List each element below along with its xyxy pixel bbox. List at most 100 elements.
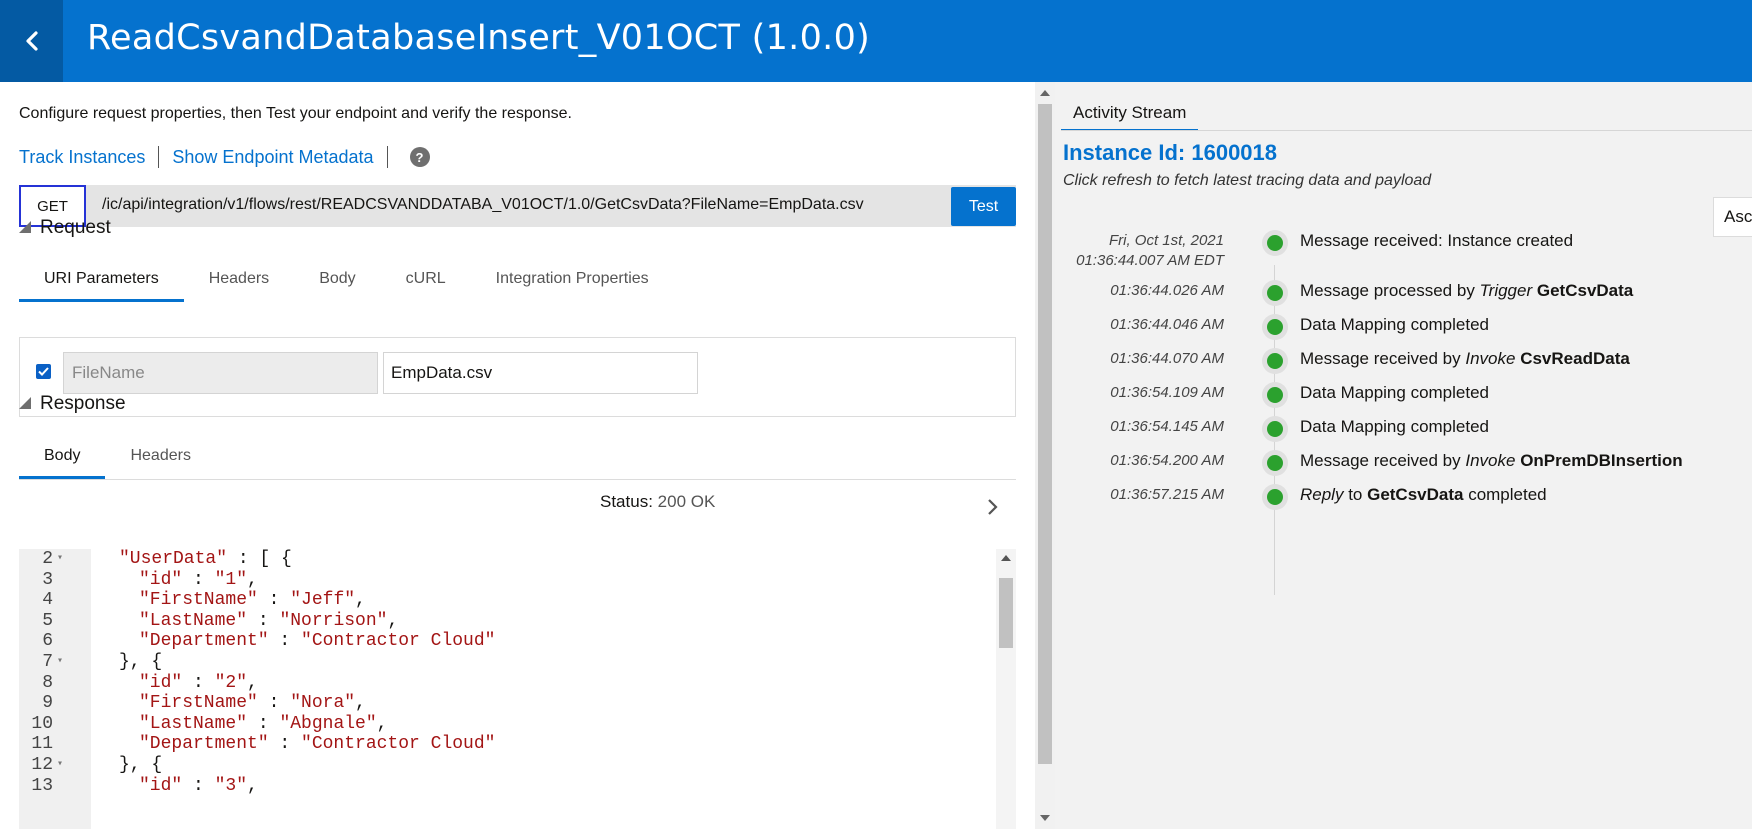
event-message[interactable]: Data Mapping completed xyxy=(1300,315,1489,335)
param-value-field[interactable]: EmpData.csv xyxy=(383,352,698,394)
code-text: }, { xyxy=(119,755,163,775)
param-name-field[interactable]: FileName xyxy=(63,352,378,394)
app-header: ReadCsvandDatabaseInsert_V01OCT (1.0.0) xyxy=(0,0,1752,82)
editor-scrollbar[interactable] xyxy=(996,549,1016,829)
activity-event: 01:36:54.109 AM Data Mapping completed xyxy=(1055,378,1752,408)
scroll-up-arrow-icon[interactable] xyxy=(1040,90,1050,96)
param-enabled-checkbox[interactable] xyxy=(36,364,51,379)
scroll-up-arrow-icon[interactable] xyxy=(1001,555,1011,561)
code-text: "LastName" : "Norrison", xyxy=(139,610,399,631)
code-text: "id" : "2", xyxy=(139,672,258,693)
collapse-triangle-icon xyxy=(19,397,31,409)
event-timestamp: 01:36:57.215 AM xyxy=(1110,486,1224,503)
scrollbar-thumb[interactable] xyxy=(999,578,1013,648)
response-status: Status: 200 OK xyxy=(600,492,715,512)
line-number: 3 xyxy=(42,569,53,590)
event-message[interactable]: Message processed by Trigger GetCsvData xyxy=(1300,281,1633,301)
code-line: 8 "id" : "2", xyxy=(19,673,997,696)
status-success-icon xyxy=(1262,484,1288,510)
pane-scrollbar[interactable] xyxy=(1035,82,1055,829)
intro-text: Configure request properties, then Test … xyxy=(19,105,572,122)
chevron-right-icon[interactable] xyxy=(987,498,999,516)
code-text: }, { xyxy=(119,652,163,672)
tab-curl[interactable]: cURL xyxy=(381,256,471,302)
line-number: 2 xyxy=(42,549,53,569)
event-timestamp: Fri, Oct 1st, 2021 xyxy=(1108,232,1224,249)
code-text: "FirstName" : "Nora", xyxy=(139,693,366,714)
tab-headers[interactable]: Headers xyxy=(105,433,215,479)
uri-parameters-panel: FileName EmpData.csv xyxy=(19,337,1016,417)
status-label: Status: xyxy=(600,492,653,511)
help-icon[interactable]: ? xyxy=(409,147,430,167)
event-message[interactable]: Data Mapping completed xyxy=(1300,417,1489,437)
code-line: 9 "FirstName" : "Nora", xyxy=(19,693,997,716)
event-timestamp: 01:36:54.109 AM xyxy=(1110,384,1224,401)
endpoint-url[interactable]: /ic/api/integration/v1/flows/rest/READCS… xyxy=(102,196,864,214)
code-text: "Department" : "Contractor Cloud" xyxy=(139,734,496,755)
instance-id: Instance Id: 1600018 xyxy=(1063,140,1278,165)
status-success-icon xyxy=(1262,450,1288,476)
line-number: 5 xyxy=(42,610,53,631)
event-message[interactable]: Message received: Instance created xyxy=(1300,231,1573,251)
activity-event: 01:36:57.215 AM Reply to GetCsvData compl… xyxy=(1055,480,1752,510)
endpoint-bar: GET /ic/api/integration/v1/flows/rest/RE… xyxy=(19,185,1016,227)
code-line: 6 "Department" : "Contractor Cloud" xyxy=(19,631,997,654)
status-success-icon xyxy=(1262,280,1288,306)
event-timestamp: 01:36:44.007 AM EDT xyxy=(1076,252,1224,269)
code-line: 11 "Department" : "Contractor Cloud" xyxy=(19,734,997,757)
event-timestamp: 01:36:44.026 AM xyxy=(1110,282,1224,299)
code-line: 2 ▾ "UserData" : [ { xyxy=(19,549,997,572)
code-text: "id" : "3", xyxy=(139,775,258,796)
fold-arrow-icon[interactable]: ▾ xyxy=(57,758,63,770)
refresh-hint: Click refresh to fetch latest tracing da… xyxy=(1063,172,1432,189)
code-line: 12 ▾}, { xyxy=(19,755,997,778)
code-line: 5 "LastName" : "Norrison", xyxy=(19,611,997,634)
code-line: 10 "LastName" : "Abgnale", xyxy=(19,714,997,737)
activity-event: Fri, Oct 1st, 2021 01:36:44.007 AM EDT Mes… xyxy=(1055,226,1752,269)
line-number: 11 xyxy=(31,734,53,755)
status-success-icon xyxy=(1262,314,1288,340)
tab-headers[interactable]: Headers xyxy=(184,256,294,302)
response-body-editor[interactable]: 2 ▾ "UserData" : [ {3 "id" : "1", 4 "FirstNam… xyxy=(19,549,1016,829)
event-message[interactable]: Message received by Invoke CsvReadData xyxy=(1300,349,1630,369)
fold-arrow-icon[interactable]: ▾ xyxy=(57,655,63,667)
event-message[interactable]: Reply to GetCsvData completed xyxy=(1300,485,1547,505)
tab-activity-stream[interactable]: Activity Stream xyxy=(1061,94,1199,131)
status-success-icon xyxy=(1262,230,1288,256)
status-success-icon xyxy=(1262,416,1288,442)
fold-arrow-icon[interactable]: ▾ xyxy=(57,552,63,564)
test-endpoint-pane: Configure request properties, then Test … xyxy=(0,82,1035,829)
response-tabs: Body Headers xyxy=(19,433,1016,479)
tab-integration-properties[interactable]: Integration Properties xyxy=(471,256,674,302)
activity-event: 01:36:44.070 AM Message received by Invok… xyxy=(1055,344,1752,374)
code-text: "UserData" : [ { xyxy=(119,549,292,569)
scrollbar-thumb[interactable] xyxy=(1038,104,1052,764)
response-section-toggle[interactable]: Response xyxy=(19,393,126,415)
link-bar: Track Instances Show Endpoint Metadata ? xyxy=(19,146,430,168)
test-button[interactable]: Test xyxy=(951,187,1016,226)
divider xyxy=(158,146,160,168)
event-message[interactable]: Message received by Invoke OnPremDBInser… xyxy=(1300,451,1683,471)
response-title: Response xyxy=(40,393,126,414)
line-number: 8 xyxy=(42,672,53,693)
activity-event: 01:36:54.200 AM Message received by Invok… xyxy=(1055,446,1752,476)
tab-uri-parameters[interactable]: URI Parameters xyxy=(19,256,184,302)
show-endpoint-metadata-link[interactable]: Show Endpoint Metadata xyxy=(172,147,373,168)
tab-body[interactable]: Body xyxy=(294,256,380,302)
event-timestamp: 01:36:44.046 AM xyxy=(1110,316,1224,333)
code-text: "FirstName" : "Jeff", xyxy=(139,590,366,611)
divider xyxy=(386,146,388,168)
tab-body[interactable]: Body xyxy=(19,433,106,479)
status-success-icon xyxy=(1262,382,1288,408)
request-section-toggle[interactable]: Request xyxy=(19,217,111,239)
divider xyxy=(19,479,1016,480)
code-text: "LastName" : "Abgnale", xyxy=(139,713,388,734)
track-instances-link[interactable]: Track Instances xyxy=(19,147,145,168)
code-line: 7 ▾}, { xyxy=(19,652,997,675)
line-number: 13 xyxy=(31,775,53,796)
checkmark-icon xyxy=(38,367,49,376)
activity-event: 01:36:44.026 AM Message processed by Trig… xyxy=(1055,276,1752,306)
event-message[interactable]: Data Mapping completed xyxy=(1300,383,1489,403)
scroll-down-arrow-icon[interactable] xyxy=(1040,815,1050,821)
back-button[interactable] xyxy=(0,0,63,82)
